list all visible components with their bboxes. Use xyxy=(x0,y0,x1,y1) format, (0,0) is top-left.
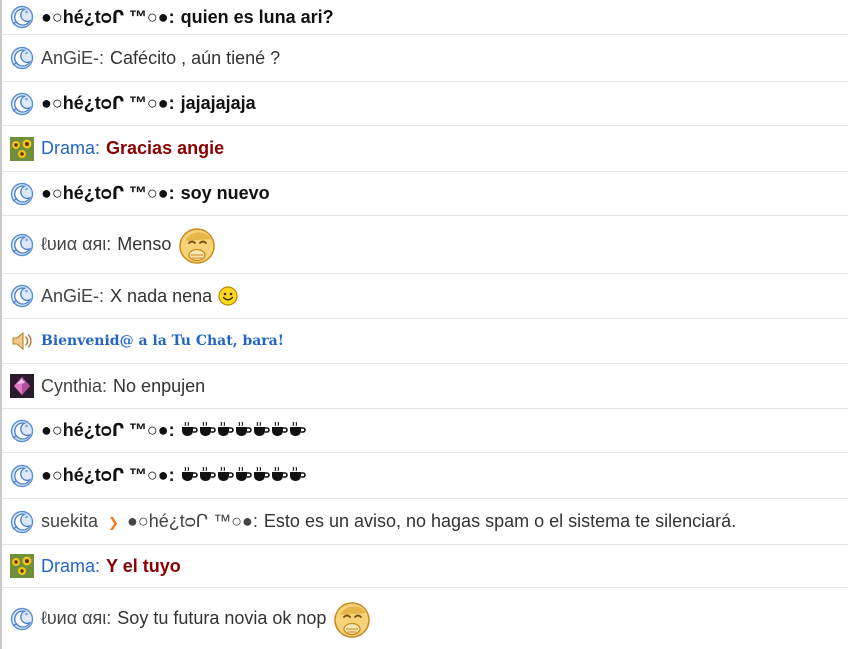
coffee-cup-icon xyxy=(289,421,306,440)
message-separator: : xyxy=(95,138,101,158)
chat-message: ●○hé¿tᴑՐ ™○● : soy nuevo xyxy=(2,172,848,216)
welcome-text: Bienvenid@ a la Tu Chat, bara! xyxy=(41,333,284,349)
coffee-cups xyxy=(181,466,306,485)
message-nick[interactable]: AnGiE- xyxy=(41,286,99,307)
chat-message: Cynthia : No enpujen xyxy=(2,364,848,409)
coffee-cup-icon xyxy=(253,466,270,485)
system-message: Bienvenid@ a la Tu Chat, bara! xyxy=(2,319,848,364)
message-text: Y el tuyo xyxy=(106,555,181,576)
moon-avatar-icon[interactable] xyxy=(10,464,34,488)
chat-message: AnGiE- : X nada nena xyxy=(2,274,848,319)
chat-message: ●○hé¿tᴑՐ ™○● : quien es luna ari? xyxy=(2,0,848,35)
message-separator: : xyxy=(168,93,175,113)
message-nick[interactable]: Cynthia xyxy=(41,376,102,397)
message-separator: : xyxy=(99,47,105,68)
message-separator: : xyxy=(168,420,175,440)
message-nick[interactable]: Drama xyxy=(41,138,95,159)
message-separator: : xyxy=(95,555,101,576)
chat-message: ●○hé¿tᴑՐ ™○● : jajajajaja xyxy=(2,82,848,126)
sunflower-avatar-icon[interactable] xyxy=(10,554,34,578)
shy-laugh-emoji-icon xyxy=(177,225,217,265)
message-nick[interactable]: ●○hé¿tᴑՐ ™○● xyxy=(41,183,169,204)
chat-message: ℓυиα αяι : Soy tu futura novia ok nop xyxy=(2,588,848,649)
message-separator: : xyxy=(106,608,112,628)
message-nick[interactable]: Drama xyxy=(41,556,95,577)
chat-message: ●○hé¿tᴑՐ ™○● : xyxy=(2,409,848,453)
message-target[interactable]: ●○hé¿tᴑՐ ™○● xyxy=(127,511,253,532)
message-separator: : xyxy=(168,183,175,203)
speaker-icon xyxy=(10,329,34,353)
coffee-cup-icon xyxy=(235,421,252,440)
message-nick[interactable]: ●○hé¿tᴑՐ ™○● xyxy=(41,93,169,114)
message-text: X nada nena xyxy=(110,285,213,306)
private-arrow-icon: ❯ xyxy=(108,514,119,530)
moon-avatar-icon[interactable] xyxy=(10,419,34,443)
message-separator: : xyxy=(168,465,175,485)
coffee-cup-icon xyxy=(199,421,216,440)
moon-avatar-icon[interactable] xyxy=(10,182,34,206)
chat-message: Drama : Gracias angie xyxy=(2,126,848,172)
coffee-cup-icon xyxy=(235,466,252,485)
message-text: Soy tu futura novia ok nop xyxy=(117,608,327,628)
message-text: Menso xyxy=(117,234,172,254)
message-text: No enpujen xyxy=(113,375,206,396)
pink-gem-avatar-icon[interactable] xyxy=(10,374,34,398)
moon-avatar-icon[interactable] xyxy=(10,233,34,257)
coffee-cups xyxy=(181,421,306,440)
moon-avatar-icon[interactable] xyxy=(10,92,34,116)
coffee-cup-icon xyxy=(199,466,216,485)
sunflower-avatar-icon[interactable] xyxy=(10,136,34,161)
message-nick[interactable]: AnGiE- xyxy=(41,48,99,69)
moon-avatar-icon[interactable] xyxy=(10,510,34,534)
message-separator: : xyxy=(168,6,175,27)
chat-message: suekita ❯ ●○hé¿tᴑՐ ™○● : Esto es un avis… xyxy=(2,499,848,545)
message-nick[interactable]: ●○hé¿tᴑՐ ™○● xyxy=(41,7,169,28)
coffee-cup-icon xyxy=(181,421,198,440)
message-separator: : xyxy=(99,285,105,306)
coffee-cup-icon xyxy=(271,421,288,440)
shy-laugh-emoji-icon xyxy=(332,599,372,639)
chat-message: ●○hé¿tᴑՐ ™○● : xyxy=(2,453,848,499)
smile-emoji-icon xyxy=(218,286,238,306)
chat-message: ℓυиα αяι : Menso xyxy=(2,216,848,274)
message-separator: : xyxy=(252,511,258,531)
message-text: quien es luna ari? xyxy=(180,6,334,27)
chat-message: Drama : Y el tuyo xyxy=(2,545,848,588)
message-text: soy nuevo xyxy=(180,183,270,203)
coffee-cup-icon xyxy=(271,466,288,485)
message-separator: : xyxy=(106,234,112,254)
coffee-cup-icon xyxy=(217,466,234,485)
chat-log: ●○hé¿tᴑՐ ™○● : quien es luna ari? AnGiE-… xyxy=(0,0,848,649)
message-nick[interactable]: ℓυиα αяι xyxy=(41,608,106,629)
moon-avatar-icon[interactable] xyxy=(10,5,34,29)
message-separator: : xyxy=(102,375,108,396)
moon-avatar-icon[interactable] xyxy=(10,607,34,631)
message-nick[interactable]: ●○hé¿tᴑՐ ™○● xyxy=(41,420,169,441)
message-nick[interactable]: suekita xyxy=(41,511,98,532)
message-text: Esto es un aviso, no hagas spam o el sis… xyxy=(263,511,737,531)
message-text: jajajajaja xyxy=(180,93,256,113)
coffee-cup-icon xyxy=(217,421,234,440)
coffee-cup-icon xyxy=(181,466,198,485)
message-text: Gracias angie xyxy=(106,138,225,158)
message-nick[interactable]: ●○hé¿tᴑՐ ™○● xyxy=(41,465,169,486)
message-nick[interactable]: ℓυиα αяι xyxy=(41,234,106,255)
moon-avatar-icon[interactable] xyxy=(10,284,34,308)
coffee-cup-icon xyxy=(289,466,306,485)
coffee-cup-icon xyxy=(253,421,270,440)
message-text: Cafécito , aún tiené ? xyxy=(110,47,281,68)
moon-avatar-icon[interactable] xyxy=(10,46,34,70)
chat-message: AnGiE- : Cafécito , aún tiené ? xyxy=(2,35,848,82)
